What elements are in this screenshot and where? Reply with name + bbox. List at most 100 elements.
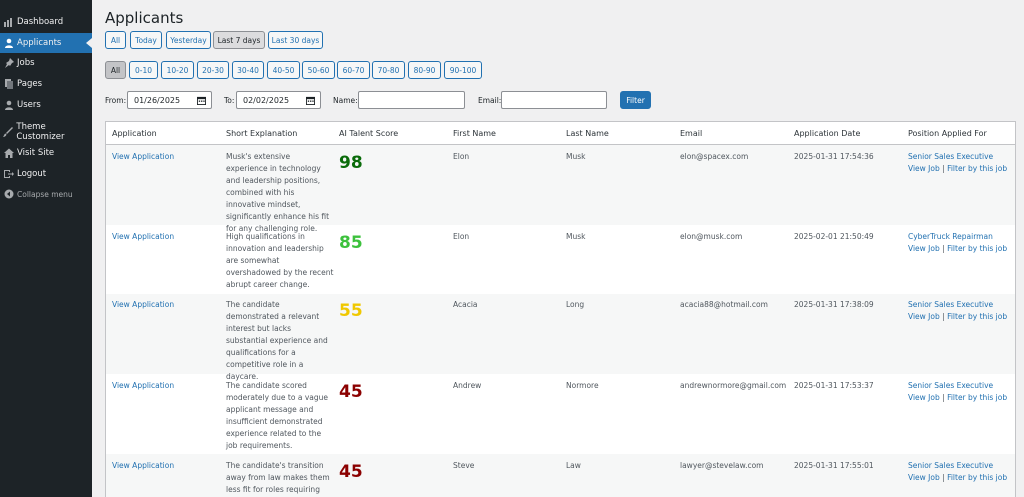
short-explanation: The candidate demonstrated a relevant in… (226, 300, 328, 381)
column-header-application-date: Application Date (794, 128, 861, 138)
sidebar-item-theme-customizer[interactable]: Theme Customizer (0, 122, 92, 142)
filter-by-job-link[interactable]: Filter by this job (947, 244, 1007, 253)
sidebar-item-label: Collapse menu (17, 189, 73, 199)
calendar-icon[interactable] (197, 96, 206, 105)
filter-by-job-link[interactable]: Filter by this job (947, 393, 1007, 402)
sidebar-item-jobs[interactable]: Jobs (0, 53, 92, 73)
view-job-link[interactable]: View Job (908, 473, 940, 482)
score-filter-50-60-button[interactable]: 50-60 (302, 61, 335, 79)
score-filter-60-70-button[interactable]: 60-70 (337, 61, 370, 79)
score-filter-40-50-button[interactable]: 40-50 (267, 61, 300, 79)
score-filter-0-10-button[interactable]: 0-10 (129, 61, 158, 79)
sidebar-item-pages[interactable]: Pages (0, 74, 92, 94)
score-filter-80-90-button[interactable]: 80-90 (408, 61, 441, 79)
view-application-link[interactable]: View Application (112, 231, 174, 243)
ai-talent-score: 45 (339, 382, 363, 402)
short-explanation: The candidate scored moderately due to a… (226, 381, 328, 450)
email-label: Email: (478, 96, 502, 105)
score-filter-10-20-button[interactable]: 10-20 (161, 61, 194, 79)
pages-icon (3, 79, 14, 90)
position-link[interactable]: Senior Sales Executive (908, 151, 993, 163)
last-name: Law (566, 461, 581, 470)
view-job-link[interactable]: View Job (908, 312, 940, 321)
sidebar-item-dashboard[interactable]: Dashboard (0, 12, 92, 32)
to-date-value: 02/02/2025 (243, 95, 290, 105)
ai-talent-score: 55 (339, 301, 363, 321)
column-header-application: Application (112, 128, 157, 138)
ai-talent-score: 85 (339, 233, 363, 253)
date-filter-last-7-days-button[interactable]: Last 7 days (213, 31, 265, 49)
first-name: Andrew (453, 381, 482, 390)
view-job-link[interactable]: View Job (908, 164, 940, 173)
view-application-link[interactable]: View Application (112, 460, 174, 472)
from-date-value: 01/26/2025 (134, 95, 181, 105)
sidebar-item-logout[interactable]: Logout (0, 164, 92, 184)
view-job-link[interactable]: View Job (908, 393, 940, 402)
date-filter-yesterday-button[interactable]: Yesterday (166, 31, 211, 49)
admin-sidebar: Dashboard Applicants Jobs Pages Users Th… (0, 0, 92, 497)
users-icon (3, 100, 14, 111)
score-filter-30-40-button[interactable]: 30-40 (232, 61, 264, 79)
email-input[interactable] (501, 91, 607, 109)
dashboard-icon (3, 17, 14, 28)
position-link[interactable]: Senior Sales Executive (908, 380, 993, 392)
separator: | (942, 164, 945, 173)
to-date-input[interactable]: 02/02/2025 (236, 91, 321, 109)
first-name: Elon (453, 232, 470, 241)
score-filter-90-100-button[interactable]: 90-100 (444, 61, 482, 79)
score-filter-all-button[interactable]: All (105, 61, 126, 79)
table-row: View Application The candidate scored mo… (106, 374, 1015, 454)
separator: | (942, 312, 945, 321)
view-application-link[interactable]: View Application (112, 380, 174, 392)
home-icon (3, 148, 14, 159)
sidebar-item-label: Visit Site (17, 148, 55, 158)
short-explanation: Musk's extensive experience in technolog… (226, 152, 330, 233)
collapse-icon (3, 189, 14, 200)
application-date: 2025-01-31 17:54:36 (794, 152, 874, 161)
applicants-table: Application Short Explanation AI Talent … (105, 121, 1016, 497)
sidebar-item-applicants[interactable]: Applicants (0, 33, 92, 53)
email: elon@musk.com (680, 232, 743, 241)
from-date-input[interactable]: 01/26/2025 (127, 91, 212, 109)
user-icon (3, 38, 14, 49)
view-application-link[interactable]: View Application (112, 299, 174, 311)
table-row: View Application High qualifications in … (106, 225, 1015, 294)
email: andrewnormore@gmail.com (680, 381, 787, 390)
last-name: Normore (566, 381, 599, 390)
date-filter-last-30-days-button[interactable]: Last 30 days (268, 31, 323, 49)
filter-by-job-link[interactable]: Filter by this job (947, 473, 1007, 482)
score-filter-20-30-button[interactable]: 20-30 (197, 61, 229, 79)
score-filter-70-80-button[interactable]: 70-80 (372, 61, 405, 79)
first-name: Acacia (453, 300, 478, 309)
position-link[interactable]: CyberTruck Repairman (908, 231, 993, 243)
short-explanation: The candidate's transition away from law… (226, 461, 330, 494)
sidebar-item-label: Theme Customizer (16, 122, 65, 142)
last-name: Musk (566, 152, 586, 161)
name-input[interactable] (358, 91, 465, 109)
page-title: Applicants (105, 9, 184, 27)
view-job-link[interactable]: View Job (908, 244, 940, 253)
position-link[interactable]: Senior Sales Executive (908, 299, 993, 311)
application-date: 2025-01-31 17:53:37 (794, 381, 874, 390)
sidebar-item-label: Applicants (17, 38, 62, 48)
position-link[interactable]: Senior Sales Executive (908, 460, 993, 472)
ai-talent-score: 98 (339, 153, 363, 173)
job-actions: View Job | Filter by this job (908, 392, 1007, 404)
table-row: View Application The candidate demonstra… (106, 294, 1015, 381)
email: elon@spacex.com (680, 152, 749, 161)
table-row: View Application Musk's extensive experi… (106, 145, 1015, 233)
date-filter-today-button[interactable]: Today (130, 31, 162, 49)
logout-icon (3, 169, 14, 180)
short-explanation: High qualifications in innovation and le… (226, 232, 334, 289)
filter-by-job-link[interactable]: Filter by this job (947, 164, 1007, 173)
sidebar-item-visit-site[interactable]: Visit Site (0, 143, 92, 163)
job-actions: View Job | Filter by this job (908, 243, 1007, 255)
filter-button[interactable]: Filter (620, 91, 651, 109)
view-application-link[interactable]: View Application (112, 151, 174, 163)
collapse-menu-button[interactable]: Collapse menu (0, 184, 92, 204)
filter-by-job-link[interactable]: Filter by this job (947, 312, 1007, 321)
application-date: 2025-02-01 21:50:49 (794, 232, 874, 241)
date-filter-all-button[interactable]: All (105, 31, 126, 49)
calendar-icon[interactable] (306, 96, 315, 105)
sidebar-item-users[interactable]: Users (0, 95, 92, 115)
